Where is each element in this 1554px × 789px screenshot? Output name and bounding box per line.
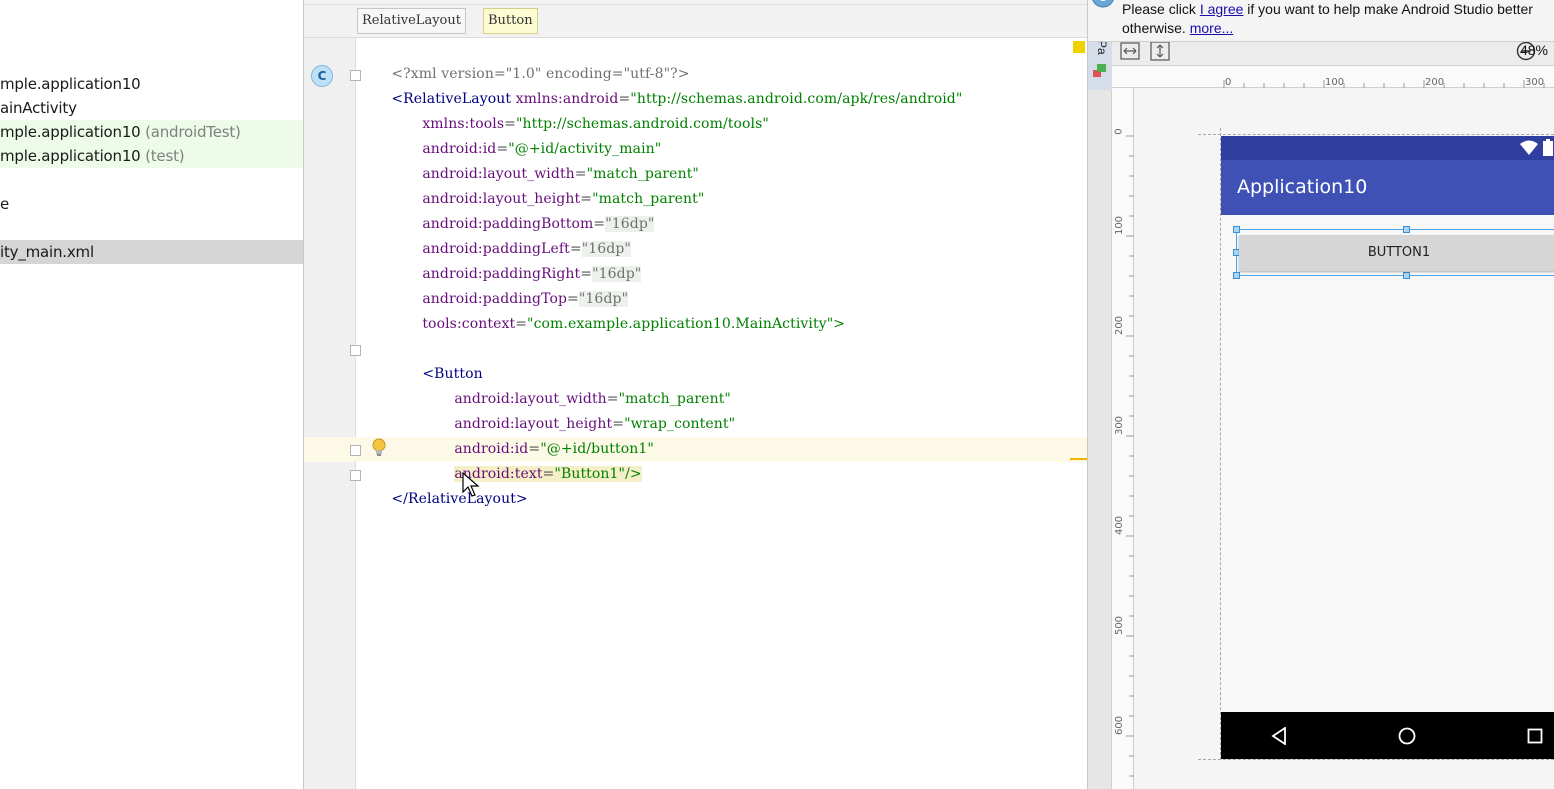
button1-preview[interactable]: BUTTON1 bbox=[1239, 235, 1554, 271]
nav-recents-icon[interactable] bbox=[1527, 728, 1543, 744]
code-line: <Button bbox=[395, 337, 483, 382]
code-line-current: android:text="Button1"/> bbox=[454, 466, 642, 482]
xml-attr-value: "Button1"/> bbox=[554, 466, 642, 482]
tree-item-label: mple.application10 bbox=[0, 75, 141, 93]
xml-attr-name: tools:context bbox=[422, 316, 516, 332]
notification-text: if you want to help make Android Studio … bbox=[1243, 1, 1533, 17]
ruler-label: 300 bbox=[1525, 77, 1545, 88]
palette-tab-label: Pa bbox=[1095, 40, 1109, 55]
tree-item-activity-main-xml[interactable]: ity_main.xml bbox=[0, 240, 303, 264]
fold-marker-icon[interactable] bbox=[350, 345, 361, 356]
tree-item-folder[interactable]: e bbox=[0, 192, 303, 216]
resize-handle[interactable] bbox=[1403, 272, 1410, 279]
usage-stats-notification: Please click I agree if you want to help… bbox=[1088, 0, 1554, 42]
code-line: <?xml version="1.0" encoding="utf-8"?> bbox=[364, 37, 690, 82]
fit-width-icon[interactable] bbox=[1120, 42, 1140, 60]
battery-icon bbox=[1543, 139, 1553, 156]
resize-handle[interactable] bbox=[1233, 226, 1240, 233]
tree-item-label: ity_main.xml bbox=[0, 243, 94, 261]
ruler-label: 300 bbox=[1114, 415, 1126, 436]
code-line: android:id="@+id/button1" bbox=[454, 441, 654, 457]
nav-home-icon[interactable] bbox=[1398, 727, 1416, 745]
lightbulb-icon[interactable] bbox=[372, 438, 386, 458]
code-line: </RelativeLayout> bbox=[364, 462, 528, 507]
info-icon bbox=[1092, 0, 1114, 8]
mouse-cursor-icon bbox=[462, 472, 480, 497]
breadcrumb-relativelayout[interactable]: RelativeLayout bbox=[357, 8, 466, 34]
vertical-ruler: 0 100 200 300 400 500 600 bbox=[1112, 88, 1134, 789]
class-icon[interactable]: C bbox=[311, 65, 333, 87]
nav-back-icon[interactable] bbox=[1271, 727, 1287, 745]
fit-height-icon[interactable] bbox=[1150, 41, 1170, 61]
notification-text: otherwise. bbox=[1122, 20, 1190, 36]
ruler-label: 400 bbox=[1114, 515, 1126, 536]
app-title: Application10 bbox=[1237, 176, 1368, 198]
more-link[interactable]: more... bbox=[1190, 20, 1234, 36]
tree-item-package-main[interactable]: mple.application10 bbox=[0, 72, 303, 96]
current-line-highlight bbox=[304, 437, 1087, 462]
notification-text: Please click bbox=[1122, 1, 1200, 17]
device-frame-guide bbox=[1198, 759, 1554, 760]
ruler-label: 500 bbox=[1114, 615, 1126, 636]
ruler-label: 0 bbox=[1225, 77, 1232, 88]
code-line: android:layout_height="match_parent" bbox=[422, 191, 705, 207]
agree-link[interactable]: I agree bbox=[1200, 1, 1244, 17]
ruler-ticks bbox=[1126, 135, 1134, 777]
tree-item-main-activity[interactable]: ainActivity bbox=[0, 96, 303, 120]
notification-line: otherwise. more... bbox=[1122, 20, 1233, 36]
code-line: android:layout_height="wrap_content" bbox=[454, 416, 736, 432]
fold-marker-icon[interactable] bbox=[350, 470, 361, 481]
breadcrumb-button[interactable]: Button bbox=[483, 8, 538, 34]
editor-gutter[interactable] bbox=[304, 38, 356, 789]
zoom-level: 48% bbox=[1519, 42, 1548, 58]
code-line: xmlns:tools="http://schemas.android.com/… bbox=[422, 116, 769, 132]
resize-handle[interactable] bbox=[1233, 272, 1240, 279]
code-line: android:layout_width="match_parent" bbox=[422, 166, 699, 182]
tree-item-suffix: (test) bbox=[140, 147, 185, 165]
breadcrumb: RelativeLayout Button bbox=[304, 5, 1087, 38]
code-line: android:id="@+id/activity_main" bbox=[422, 141, 662, 157]
xml-editor[interactable]: RelativeLayout Button C <?xml version="1… bbox=[304, 0, 1088, 789]
navigation-bar bbox=[1221, 712, 1554, 759]
tree-item-label: e bbox=[0, 195, 10, 213]
tree-item-suffix: (androidTest) bbox=[140, 123, 241, 141]
code-line: android:paddingLeft="16dp" bbox=[422, 241, 631, 257]
horizontal-ruler: 0 100 200 300 bbox=[1112, 66, 1554, 88]
notification-line: Please click I agree if you want to help… bbox=[1122, 1, 1533, 17]
xml-tag: </RelativeLayout> bbox=[391, 491, 528, 507]
ruler-label: 200 bbox=[1425, 77, 1445, 88]
device-preview-screen[interactable]: Application10 BUTTON1 bbox=[1221, 136, 1554, 759]
resize-handle[interactable] bbox=[1403, 226, 1410, 233]
tree-item-package-android-test[interactable]: mple.application10 (androidTest) bbox=[0, 120, 303, 144]
tree-item-label: mple.application10 bbox=[0, 147, 141, 165]
code-line: android:layout_width="match_parent" bbox=[454, 391, 731, 407]
code-line: android:paddingRight="16dp" bbox=[422, 266, 642, 282]
code-line: android:paddingBottom="16dp" bbox=[422, 216, 655, 232]
fold-marker-icon[interactable] bbox=[350, 445, 361, 456]
ruler-label: 100 bbox=[1325, 77, 1345, 88]
fold-marker-icon[interactable] bbox=[350, 70, 361, 81]
code-line: <RelativeLayout xmlns:android="http://sc… bbox=[391, 91, 963, 107]
tree-item-label: mple.application10 bbox=[0, 123, 141, 141]
status-bar bbox=[1221, 136, 1554, 160]
code-line: android:paddingTop="16dp" bbox=[422, 291, 629, 307]
ruler-label: 200 bbox=[1114, 315, 1126, 336]
device-frame-guide bbox=[1198, 134, 1554, 135]
ruler-label: 0 bbox=[1113, 128, 1125, 135]
tool-window-strip bbox=[1088, 38, 1112, 789]
preview-toolbar: 48% bbox=[1112, 38, 1554, 66]
palette-icon[interactable] bbox=[1092, 62, 1108, 78]
project-tree-panel: mple.application10 ainActivity mple.appl… bbox=[0, 0, 304, 789]
warning-marker-icon[interactable] bbox=[1073, 41, 1085, 53]
ruler-label: 600 bbox=[1114, 715, 1126, 736]
tree-item-label: ainActivity bbox=[0, 99, 77, 117]
xml-attr-value: "com.example.application10.MainActivity"… bbox=[527, 316, 846, 332]
ruler-label: 100 bbox=[1114, 215, 1126, 236]
code-line: tools:context="com.example.application10… bbox=[422, 316, 846, 332]
tree-item-package-test[interactable]: mple.application10 (test) bbox=[0, 144, 303, 168]
wifi-icon bbox=[1520, 140, 1538, 155]
error-stripe-marker[interactable] bbox=[1070, 458, 1087, 460]
